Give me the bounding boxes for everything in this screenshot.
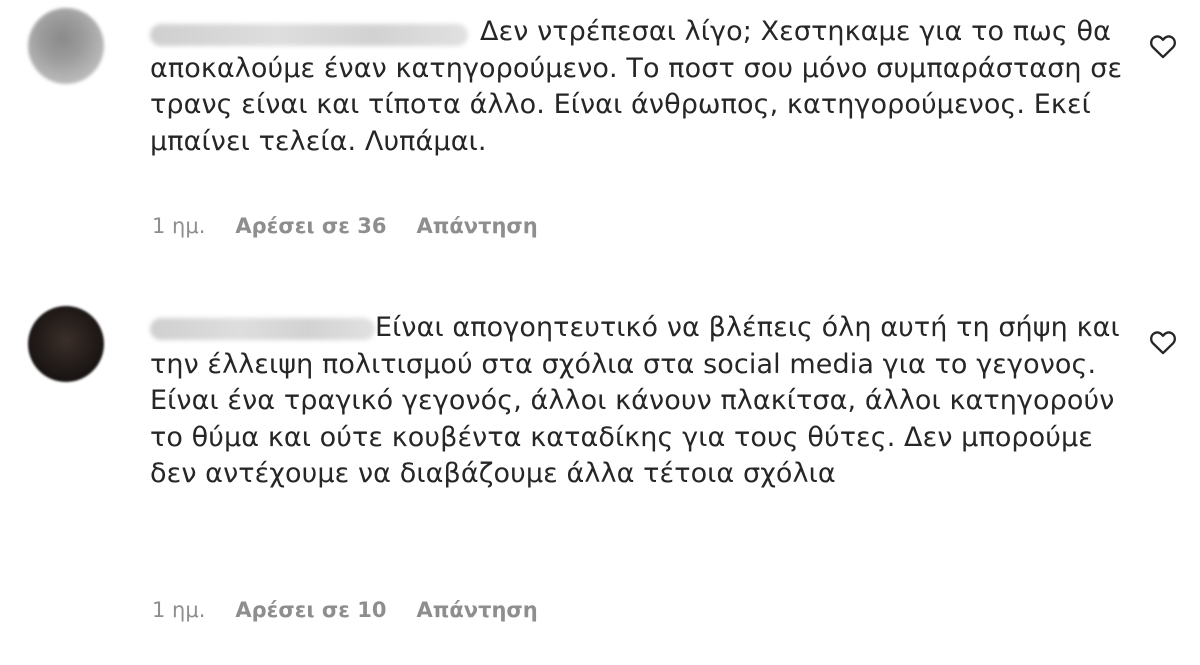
heart-outline-icon[interactable] [1149, 329, 1177, 355]
heart-outline-icon[interactable] [1149, 33, 1177, 59]
comment-time: 1 ημ. [152, 214, 206, 238]
likes-count-link[interactable]: Αρέσει σε 10 [235, 598, 386, 622]
reply-button[interactable]: Απάντηση [416, 598, 537, 622]
comment-meta: 1 ημ. Αρέσει σε 36 Απάντηση [152, 214, 538, 238]
comment-text: Δεν ντρέπεσαι λίγο; Χεστηκαμε για το πως… [150, 16, 1123, 157]
comment-text: Είναι απογοητευτικό να βλέπεις όλη αυτή … [150, 312, 1120, 489]
likes-count-link[interactable]: Αρέσει σε 36 [235, 214, 386, 238]
comment-item: Είναι απογοητευτικό να βλέπεις όλη αυτή … [0, 290, 1200, 665]
reply-button[interactable]: Απάντηση [416, 214, 537, 238]
comment-time: 1 ημ. [152, 598, 206, 622]
avatar[interactable] [28, 306, 104, 382]
comment-meta: 1 ημ. Αρέσει σε 10 Απάντηση [152, 598, 538, 622]
comment-item: Δεν ντρέπεσαι λίγο; Χεστηκαμε για το πως… [0, 0, 1200, 260]
avatar[interactable] [28, 8, 104, 84]
